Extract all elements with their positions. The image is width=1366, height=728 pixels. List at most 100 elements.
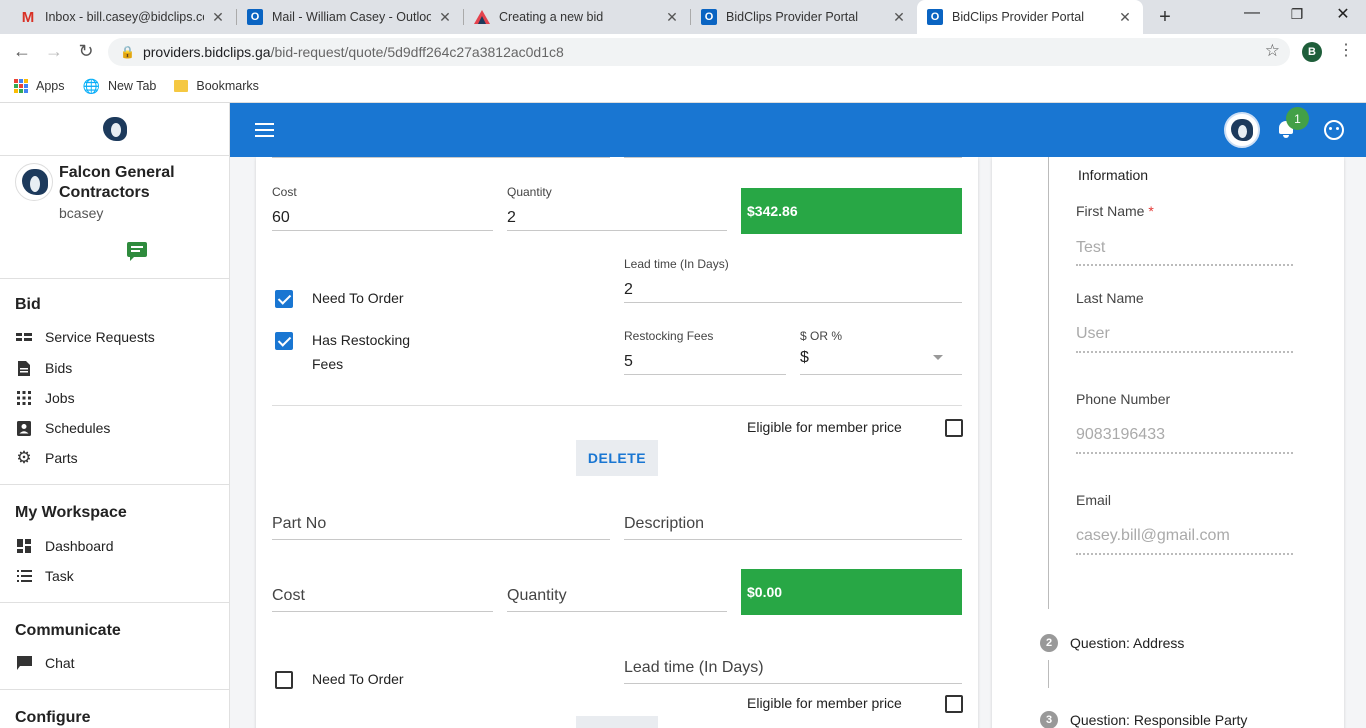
section-title: Information: [1078, 167, 1149, 183]
sidebar-divider: [0, 602, 229, 603]
minimize-icon[interactable]: —: [1237, 4, 1267, 22]
sidebar-item-label: Service Requests: [45, 329, 155, 345]
lead-time-input[interactable]: Lead time (In Days) 2: [624, 255, 962, 303]
browser-tab-bidclips-1[interactable]: O BidClips Provider Portal ✕: [691, 0, 917, 34]
description-input[interactable]: Description: [624, 507, 962, 540]
profile-avatar[interactable]: B: [1302, 42, 1322, 62]
new-tab-icon[interactable]: +: [1153, 6, 1177, 29]
sidebar-heading-communicate: Communicate: [15, 622, 121, 639]
chat-icon: [15, 654, 33, 672]
step-label-address[interactable]: Question: Address: [1070, 635, 1184, 651]
bookmark-new-tab[interactable]: 🌐 New Tab: [83, 78, 157, 95]
first-name-underline: [1076, 264, 1293, 266]
close-icon[interactable]: ✕: [437, 9, 453, 26]
first-name-value[interactable]: Test: [1076, 239, 1105, 257]
part-no-field-top[interactable]: [272, 157, 610, 158]
dashboard-icon: [15, 537, 33, 555]
has-restocking-fees-checkbox[interactable]: [275, 332, 293, 350]
member-price-label-2: Eligible for member price: [747, 695, 902, 711]
more-options-icon[interactable]: ⋮: [1338, 40, 1354, 60]
email-value[interactable]: casey.bill@gmail.com: [1076, 527, 1230, 545]
close-icon[interactable]: ✕: [1117, 9, 1133, 26]
sidebar: Falcon General Contractors bcasey Bid Se…: [0, 103, 230, 728]
need-to-order-checkbox-2[interactable]: [275, 671, 293, 689]
stepper-line: [1048, 157, 1049, 609]
url-input[interactable]: 🔒 providers.bidclips.ga/bid-request/quot…: [108, 38, 1290, 66]
step-number: 3: [1040, 711, 1058, 728]
sidebar-item-service-requests[interactable]: Service Requests: [15, 325, 155, 349]
folder-icon: [174, 80, 189, 92]
sidebar-item-bids[interactable]: Bids: [15, 356, 72, 380]
phone-label: Phone Number: [1076, 391, 1171, 407]
close-icon[interactable]: ✕: [891, 9, 907, 26]
sidebar-item-label: Task: [45, 568, 74, 584]
cost-input[interactable]: Cost 60: [272, 183, 493, 231]
back-arrow-icon[interactable]: ←: [11, 41, 33, 62]
sidebar-divider: [0, 689, 229, 690]
company-avatar: [15, 163, 53, 201]
cost-input-2[interactable]: Cost: [272, 579, 493, 612]
lock-icon: 🔒: [120, 45, 135, 59]
menu-icon[interactable]: [255, 123, 274, 137]
step-label-responsible-party[interactable]: Question: Responsible Party: [1070, 712, 1247, 728]
last-name-value[interactable]: User: [1076, 325, 1110, 343]
message-icon[interactable]: [127, 242, 147, 261]
sidebar-item-jobs[interactable]: Jobs: [15, 386, 75, 410]
quantity-label: Quantity: [507, 185, 552, 199]
sidebar-item-dashboard[interactable]: Dashboard: [15, 534, 114, 558]
member-price-checkbox[interactable]: [945, 419, 963, 437]
member-price-checkbox-2[interactable]: [945, 695, 963, 713]
browser-tab-outlook[interactable]: O Mail - William Casey - Outlook ✕: [237, 0, 463, 34]
bookmark-apps[interactable]: Apps: [14, 79, 65, 93]
sidebar-item-chat[interactable]: Chat: [15, 651, 75, 675]
bookmark-label: Bookmarks: [196, 79, 259, 93]
delete-button[interactable]: DELETE: [576, 440, 658, 476]
description-field-top[interactable]: [624, 157, 962, 158]
grid-icon: [15, 389, 33, 407]
last-name-underline: [1076, 351, 1293, 353]
sidebar-item-parts[interactable]: ⚙ Parts: [15, 446, 77, 470]
lead-time-label: Lead time (In Days): [624, 257, 729, 271]
need-to-order-label-2: Need To Order: [312, 671, 404, 687]
bookmark-label: Apps: [36, 79, 65, 93]
account-face-icon[interactable]: [1324, 120, 1344, 140]
quantity-input[interactable]: Quantity 2: [507, 183, 727, 231]
restocking-fees-input[interactable]: Restocking Fees 5: [624, 327, 786, 375]
fee-type-select[interactable]: $ OR % $: [800, 327, 962, 375]
cost-placeholder: Cost: [272, 587, 305, 604]
url-host: providers.bidclips.ga: [142, 44, 271, 60]
sidebar-heading-configure: Configure: [15, 709, 91, 726]
fee-type-value: $: [800, 349, 809, 366]
user-avatar[interactable]: [1224, 112, 1260, 148]
tab-title: Mail - William Casey - Outlook: [272, 10, 431, 24]
company-name: Falcon General Contractors: [59, 164, 175, 201]
tab-title: BidClips Provider Portal: [952, 10, 1084, 24]
cost-label: Cost: [272, 185, 297, 199]
sidebar-item-schedules[interactable]: Schedules: [15, 416, 110, 440]
window-close-icon[interactable]: ✕: [1328, 4, 1358, 24]
phone-value[interactable]: 9083196433: [1076, 426, 1165, 444]
quantity-placeholder: Quantity: [507, 587, 567, 604]
quantity-input-2[interactable]: Quantity: [507, 579, 727, 612]
close-icon[interactable]: ✕: [664, 9, 680, 26]
notification-badge: 1: [1286, 107, 1309, 130]
part-no-input[interactable]: Part No: [272, 507, 610, 540]
need-to-order-checkbox[interactable]: [275, 290, 293, 308]
sidebar-item-label: Bids: [45, 360, 73, 376]
maximize-icon[interactable]: ❐: [1282, 6, 1312, 23]
browser-tab-gmail[interactable]: M Inbox - bill.casey@bidclips.com ✕: [10, 0, 236, 34]
forward-arrow-icon[interactable]: →: [43, 41, 65, 62]
browser-tab-creating-bid[interactable]: Creating a new bid ✕: [464, 0, 690, 34]
last-name-label: Last Name: [1076, 290, 1144, 306]
sidebar-logo[interactable]: [0, 103, 229, 156]
bookmark-star-icon[interactable]: ☆: [1265, 41, 1280, 61]
lead-time-input-2[interactable]: Lead time (In Days): [624, 651, 962, 684]
bookmark-folder[interactable]: Bookmarks: [174, 79, 259, 93]
browser-tab-bidclips-2[interactable]: O BidClips Provider Portal ✕: [917, 0, 1143, 34]
delete-button-2[interactable]: [576, 716, 658, 728]
reload-icon[interactable]: ↻: [75, 41, 97, 62]
member-price-label: Eligible for member price: [747, 419, 902, 435]
bookmark-label: New Tab: [107, 79, 157, 93]
sidebar-item-task[interactable]: Task: [15, 564, 74, 588]
close-icon[interactable]: ✕: [210, 9, 226, 26]
